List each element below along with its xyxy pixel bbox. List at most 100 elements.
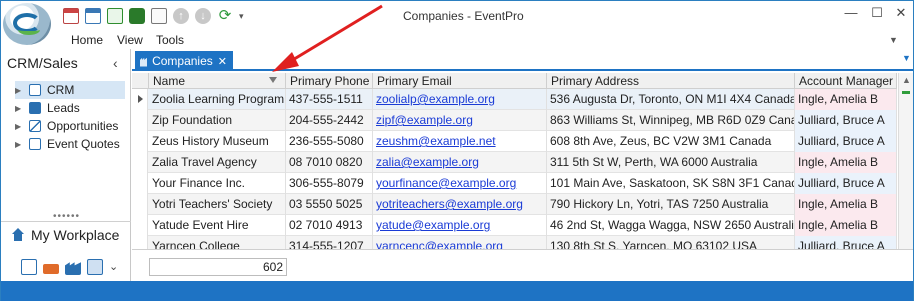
quick-access-toolbar: ↑ ↓ ⟳ ▾ xyxy=(63,7,247,25)
cell-account-manager: Julliard, Bruce A xyxy=(795,131,897,152)
cell-address: 863 Williams St, Winnipeg, MB R6D 0Z9 Ca… xyxy=(547,110,795,131)
row-selector[interactable] xyxy=(132,110,148,131)
scroll-thumb[interactable] xyxy=(902,91,910,94)
cell-email[interactable]: yatude@example.org xyxy=(373,215,547,236)
expand-icon[interactable]: ▶ xyxy=(15,86,23,95)
cell-email[interactable]: zipf@example.org xyxy=(373,110,547,131)
app-window: ↑ ↓ ⟳ ▾ Companies - EventPro — ☐ ✕ Home … xyxy=(0,0,914,301)
expand-ribbon-icon[interactable]: ▼ xyxy=(889,35,898,45)
column-header-address[interactable]: Primary Address xyxy=(547,73,795,89)
calendar-module-icon[interactable] xyxy=(21,259,37,275)
window-title: Companies - EventPro xyxy=(403,9,524,23)
document-tab-strip: Companies ✕ ▼ xyxy=(132,49,913,71)
table-row[interactable]: Yatude Event Hire 02 7010 4913 yatude@exam… xyxy=(132,215,897,236)
sort-descending-icon[interactable] xyxy=(269,77,277,83)
cell-address: 790 Hickory Ln, Yotri, TAS 7250 Australi… xyxy=(547,194,795,215)
cell-name: Yotri Teachers' Society xyxy=(149,194,286,215)
calendar-red-icon[interactable] xyxy=(63,8,79,24)
row-selector[interactable] xyxy=(132,215,148,236)
table-row[interactable]: Zip Foundation 204-555-2442 zipf@example.o… xyxy=(132,110,897,131)
my-workplace-header[interactable]: My Workplace xyxy=(11,227,119,243)
nav-item-opportunities[interactable]: ▶ Opportunities xyxy=(15,117,118,135)
table-row[interactable]: Your Finance Inc. 306-555-8079 yourfinance… xyxy=(132,173,897,194)
cell-address: 101 Main Ave, Saskatoon, SK S8N 3F1 Cana… xyxy=(547,173,795,194)
customize-toolbar-icon[interactable]: ▾ xyxy=(239,8,247,24)
cell-phone: 204-555-2442 xyxy=(286,110,373,131)
table-row[interactable]: Zalia Travel Agency 08 7010 0820 zalia@exa… xyxy=(132,152,897,173)
vertical-scrollbar[interactable]: ▲ xyxy=(898,73,913,249)
approve-icon[interactable] xyxy=(107,8,123,24)
row-selector[interactable] xyxy=(132,152,148,173)
divider xyxy=(1,221,131,222)
tab-list-dropdown-icon[interactable]: ▼ xyxy=(902,53,911,63)
cell-phone: 236-555-5080 xyxy=(286,131,373,152)
nav-item-leads[interactable]: ▶ Leads xyxy=(15,99,80,117)
table-row[interactable]: Zeus History Museum 236-555-5080 zeushm@ex… xyxy=(132,131,897,152)
cell-account-manager: Ingle, Amelia B xyxy=(795,194,897,215)
row-selector[interactable] xyxy=(132,131,148,152)
cell-phone: 437-555-1511 xyxy=(286,89,373,110)
nav-item-crm[interactable]: ▶ CRM xyxy=(15,81,125,99)
scroll-up-icon[interactable]: ▲ xyxy=(902,75,911,85)
column-header-name[interactable]: Name xyxy=(149,73,286,89)
cell-address: 311 5th St W, Perth, WA 6000 Australia xyxy=(547,152,795,173)
cell-name: Zeus History Museum xyxy=(149,131,286,152)
cell-address: 536 Augusta Dr, Toronto, ON M1I 4X4 Cana… xyxy=(547,89,795,110)
cell-account-manager: Ingle, Amelia B xyxy=(795,215,897,236)
cell-account-manager: Julliard, Bruce A xyxy=(795,173,897,194)
calendar-blue-icon[interactable] xyxy=(85,8,101,24)
collapse-nav-icon[interactable]: ‹ xyxy=(113,55,118,71)
up-arrow-icon[interactable]: ↑ xyxy=(173,8,189,24)
row-selector[interactable] xyxy=(132,89,148,110)
cell-account-manager: Julliard, Bruce A xyxy=(795,110,897,131)
status-bar xyxy=(1,281,913,301)
close-icon[interactable]: ✕ xyxy=(891,5,911,21)
refresh-icon[interactable]: ⟳ xyxy=(217,8,233,24)
grid-footer: 602 xyxy=(132,249,913,279)
nav-item-label: Opportunities xyxy=(47,119,119,133)
expand-icon[interactable]: ▶ xyxy=(15,104,23,113)
cell-email[interactable]: yotriteachers@example.org xyxy=(373,194,547,215)
nav-item-label: Event Quotes xyxy=(47,137,120,151)
expand-icon[interactable]: ▶ xyxy=(15,140,23,149)
minimize-icon[interactable]: — xyxy=(841,5,861,20)
down-arrow-icon[interactable]: ↓ xyxy=(195,8,211,24)
cell-email[interactable]: zoolialp@example.org xyxy=(373,89,547,110)
event-quotes-icon xyxy=(29,138,41,150)
tab-companies[interactable]: Companies ✕ xyxy=(135,51,233,71)
menu-view[interactable]: View xyxy=(117,33,143,47)
record-count: 602 xyxy=(149,258,287,276)
cell-email[interactable]: zalia@example.org xyxy=(373,152,547,173)
accommodation-module-icon[interactable] xyxy=(43,264,59,274)
cell-name: Zoolia Learning Program xyxy=(149,89,286,110)
title-bar: ↑ ↓ ⟳ ▾ Companies - EventPro — ☐ ✕ xyxy=(1,1,913,31)
venue-module-icon[interactable] xyxy=(65,262,81,275)
row-selector-header xyxy=(132,73,149,89)
column-header-account-manager[interactable]: Account Manager xyxy=(795,73,897,89)
chevron-down-icon[interactable]: ⌄ xyxy=(109,259,119,275)
cell-email[interactable]: zeushm@example.net xyxy=(373,131,547,152)
home-icon xyxy=(11,228,25,242)
table-row[interactable]: Zoolia Learning Program 437-555-1511 zooli… xyxy=(132,89,897,110)
column-header-email[interactable]: Primary Email xyxy=(373,73,547,89)
close-tab-icon[interactable]: ✕ xyxy=(218,55,227,68)
delivery-truck-icon[interactable] xyxy=(129,8,145,24)
crm-module-icon[interactable] xyxy=(87,259,103,275)
row-selector[interactable] xyxy=(132,173,148,194)
maximize-icon[interactable]: ☐ xyxy=(867,5,887,21)
nav-item-label: Leads xyxy=(47,101,80,115)
cell-name: Yatude Event Hire xyxy=(149,215,286,236)
menu-tools[interactable]: Tools xyxy=(156,33,184,47)
cell-address: 608 8th Ave, Zeus, BC V2W 3M1 Canada xyxy=(547,131,795,152)
tab-label: Companies xyxy=(152,54,213,68)
table-row[interactable]: Yotri Teachers' Society 03 5550 5025 yotri… xyxy=(132,194,897,215)
leads-icon xyxy=(29,102,41,114)
row-selector[interactable] xyxy=(132,194,148,215)
expand-icon[interactable]: ▶ xyxy=(15,122,23,131)
crm-icon xyxy=(29,84,41,96)
nav-item-event-quotes[interactable]: ▶ Event Quotes xyxy=(15,135,120,153)
cell-email[interactable]: yourfinance@example.org xyxy=(373,173,547,194)
column-header-phone[interactable]: Primary Phone xyxy=(286,73,373,89)
email-icon[interactable] xyxy=(151,8,167,24)
menu-home[interactable]: Home xyxy=(71,33,103,47)
